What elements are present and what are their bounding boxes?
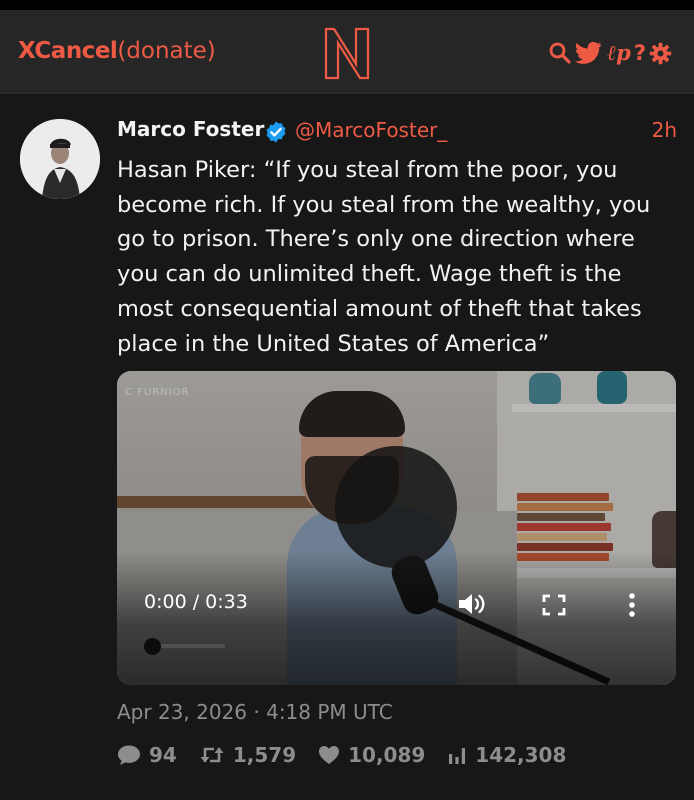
like-count: 10,089 [348, 743, 426, 767]
play-button[interactable] [335, 446, 457, 568]
header-icons: ℓp ? [548, 40, 672, 66]
status-strip [0, 0, 694, 10]
search-icon[interactable] [548, 40, 572, 66]
top-navbar: XCancel(donate) ℓp ? [0, 10, 694, 94]
like-stat[interactable]: 10,089 [318, 743, 425, 767]
twitter-bird-icon[interactable] [575, 40, 602, 66]
tweet-stats: 94 1,579 10,089 142,308 [117, 740, 588, 770]
tweet-header: Marco Foster @MarcoFoster_ 2h [117, 117, 677, 147]
help-icon[interactable]: ? [634, 40, 646, 66]
video-progress-thumb[interactable] [144, 638, 161, 655]
lp-icon[interactable]: ℓp [607, 40, 631, 66]
tweet-date[interactable]: Apr 23, 2026 · 4:18 PM UTC [117, 700, 393, 724]
video-player[interactable]: C FURNIOR 0:00 / 0:33 [117, 371, 676, 685]
heart-icon [319, 746, 340, 764]
views-count: 142,308 [475, 743, 567, 767]
tweet-card: Marco Foster @MarcoFoster_ 2h Hasan Pike… [0, 95, 694, 800]
views-stat[interactable]: 142,308 [447, 743, 566, 767]
brand-name: XCancel [18, 38, 118, 64]
author-name[interactable]: Marco Foster [117, 117, 264, 141]
reply-count: 94 [149, 743, 177, 767]
retweet-stat[interactable]: 1,579 [199, 743, 296, 767]
nitter-logo[interactable] [322, 26, 372, 80]
volume-icon[interactable] [457, 591, 489, 617]
comment-icon [118, 745, 140, 765]
more-options-icon[interactable] [624, 591, 640, 619]
video-watermark: C FURNIOR [125, 387, 190, 398]
retweet-icon [200, 747, 224, 763]
video-time-display: 0:00 / 0:33 [144, 591, 248, 613]
video-controls-gradient [117, 551, 676, 685]
avatar[interactable] [20, 119, 100, 199]
tweet-text: Hasan Piker: “If you steal from the poor… [117, 157, 651, 357]
fullscreen-icon[interactable] [541, 593, 567, 617]
brand-link[interactable]: XCancel(donate) [18, 38, 216, 64]
tweet-time[interactable]: 2h [652, 118, 677, 142]
verified-badge-icon [266, 121, 286, 143]
gear-icon[interactable] [649, 40, 672, 66]
retweet-count: 1,579 [232, 743, 297, 767]
donate-link[interactable]: (donate) [117, 38, 215, 64]
bar-chart-icon [449, 748, 466, 764]
author-handle[interactable]: @MarcoFoster_ [295, 118, 447, 142]
reply-stat[interactable]: 94 [117, 743, 177, 767]
